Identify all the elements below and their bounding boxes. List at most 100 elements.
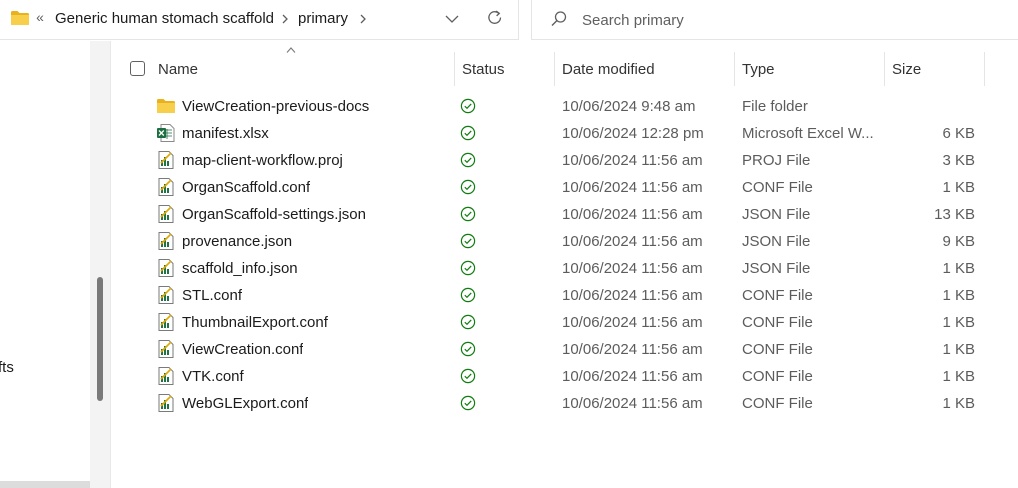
- file-date-modified: 10/06/2024 11:56 am: [562, 395, 703, 412]
- file-row[interactable]: map-client-workflow.proj 10/06/2024 11:5…: [112, 147, 1018, 174]
- file-size: 9 KB: [942, 233, 975, 250]
- file-row[interactable]: provenance.json 10/06/2024 11:56 am JSON…: [112, 228, 1018, 255]
- file-name[interactable]: provenance.json: [182, 228, 292, 255]
- synced-status-icon: [460, 395, 476, 411]
- file-date-modified: 10/06/2024 9:48 am: [562, 98, 696, 115]
- column-header-type[interactable]: Type: [742, 52, 882, 86]
- synced-status-icon: [460, 287, 476, 303]
- file-size: 1 KB: [942, 341, 975, 358]
- column-header-size[interactable]: Size: [892, 52, 982, 86]
- file-row[interactable]: STL.conf 10/06/2024 11:56 am CONF File 1…: [112, 282, 1018, 309]
- column-date-label: Date modified: [562, 60, 655, 78]
- file-type: CONF File: [742, 341, 813, 358]
- file-type: Microsoft Excel W...: [742, 125, 874, 142]
- column-header-name[interactable]: Name: [158, 52, 452, 86]
- file-name[interactable]: manifest.xlsx: [182, 120, 269, 147]
- file-list: ViewCreation-previous-docs 10/06/2024 9:…: [112, 93, 1018, 417]
- nav-scrollbar-track[interactable]: [90, 41, 111, 488]
- synced-status-icon: [460, 179, 476, 195]
- file-date-modified: 10/06/2024 11:56 am: [562, 341, 703, 358]
- file-type: JSON File: [742, 233, 811, 250]
- file-name[interactable]: OrganScaffold-settings.json: [182, 201, 366, 228]
- file-name[interactable]: OrganScaffold.conf: [182, 174, 310, 201]
- synced-status-icon: [460, 341, 476, 357]
- text-file-icon: [158, 205, 174, 223]
- file-size: 1 KB: [942, 314, 975, 331]
- column-divider[interactable]: [554, 52, 555, 86]
- file-date-modified: 10/06/2024 11:56 am: [562, 260, 703, 277]
- column-header-status[interactable]: Status: [462, 52, 552, 86]
- nav-item-label[interactable]: fts: [0, 359, 14, 376]
- file-name[interactable]: VTK.conf: [182, 363, 244, 390]
- nav-scrollbar-thumb[interactable]: [97, 277, 103, 401]
- file-name[interactable]: ThumbnailExport.conf: [182, 309, 328, 336]
- file-size: 1 KB: [942, 368, 975, 385]
- file-type: CONF File: [742, 314, 813, 331]
- column-divider[interactable]: [734, 52, 735, 86]
- file-type: CONF File: [742, 368, 813, 385]
- column-divider[interactable]: [454, 52, 455, 86]
- file-name[interactable]: STL.conf: [182, 282, 242, 309]
- file-type: File folder: [742, 98, 808, 115]
- address-bar[interactable]: « Generic human stomach scaffold primary: [0, 0, 518, 40]
- column-header-date-modified[interactable]: Date modified: [562, 52, 732, 86]
- toolbar-divider: [518, 0, 519, 40]
- file-type: JSON File: [742, 206, 811, 223]
- synced-status-icon: [460, 233, 476, 249]
- file-size: 13 KB: [934, 206, 975, 223]
- file-date-modified: 10/06/2024 11:56 am: [562, 152, 703, 169]
- file-name[interactable]: scaffold_info.json: [182, 255, 298, 282]
- file-size: 3 KB: [942, 152, 975, 169]
- file-date-modified: 10/06/2024 11:56 am: [562, 179, 703, 196]
- file-size: 1 KB: [942, 260, 975, 277]
- file-size: 6 KB: [942, 125, 975, 142]
- file-name[interactable]: map-client-workflow.proj: [182, 147, 343, 174]
- text-file-icon: [158, 394, 174, 412]
- search-input[interactable]: [582, 8, 1002, 32]
- synced-status-icon: [460, 152, 476, 168]
- synced-status-icon: [460, 368, 476, 384]
- chevron-down-icon[interactable]: [444, 11, 460, 27]
- column-header: Name Status Date modified Type Size: [112, 47, 1018, 86]
- file-date-modified: 10/06/2024 11:56 am: [562, 206, 703, 223]
- file-row[interactable]: OrganScaffold-settings.json 10/06/2024 1…: [112, 201, 1018, 228]
- text-file-icon: [158, 286, 174, 304]
- nav-horizontal-scrollbar[interactable]: [0, 481, 90, 488]
- file-row[interactable]: OrganScaffold.conf 10/06/2024 11:56 am C…: [112, 174, 1018, 201]
- text-file-icon: [158, 340, 174, 358]
- file-row[interactable]: ThumbnailExport.conf 10/06/2024 11:56 am…: [112, 309, 1018, 336]
- chevron-right-icon[interactable]: [357, 12, 369, 26]
- file-name[interactable]: ViewCreation-previous-docs: [182, 93, 369, 120]
- text-file-icon: [158, 178, 174, 196]
- file-row[interactable]: ViewCreation.conf 10/06/2024 11:56 am CO…: [112, 336, 1018, 363]
- file-row[interactable]: ViewCreation-previous-docs 10/06/2024 9:…: [112, 93, 1018, 120]
- synced-status-icon: [460, 206, 476, 222]
- text-file-icon: [158, 232, 174, 250]
- select-all-checkbox[interactable]: [130, 61, 145, 76]
- column-divider[interactable]: [884, 52, 885, 86]
- folder-icon: [11, 11, 29, 25]
- navigation-pane[interactable]: fts: [0, 41, 90, 488]
- file-type: CONF File: [742, 287, 813, 304]
- file-type: CONF File: [742, 395, 813, 412]
- file-name[interactable]: WebGLExport.conf: [182, 390, 308, 417]
- breadcrumb-item-current[interactable]: primary: [298, 10, 348, 27]
- text-file-icon: [158, 151, 174, 169]
- file-row[interactable]: VTK.conf 10/06/2024 11:56 am CONF File 1…: [112, 363, 1018, 390]
- file-row[interactable]: scaffold_info.json 10/06/2024 11:56 am J…: [112, 255, 1018, 282]
- file-date-modified: 10/06/2024 12:28 pm: [562, 125, 704, 142]
- chevron-right-icon[interactable]: [279, 12, 291, 26]
- search-box[interactable]: [531, 0, 1018, 40]
- breadcrumb-overflow-button[interactable]: «: [34, 9, 46, 25]
- file-date-modified: 10/06/2024 11:56 am: [562, 287, 703, 304]
- column-divider[interactable]: [984, 52, 985, 86]
- file-date-modified: 10/06/2024 11:56 am: [562, 233, 703, 250]
- file-date-modified: 10/06/2024 11:56 am: [562, 368, 703, 385]
- synced-status-icon: [460, 260, 476, 276]
- refresh-icon[interactable]: [486, 9, 504, 27]
- breadcrumb-item-parent[interactable]: Generic human stomach scaffold: [55, 10, 274, 27]
- file-row[interactable]: manifest.xlsx 10/06/2024 12:28 pm Micros…: [112, 120, 1018, 147]
- file-row[interactable]: WebGLExport.conf 10/06/2024 11:56 am CON…: [112, 390, 1018, 417]
- file-name[interactable]: ViewCreation.conf: [182, 336, 303, 363]
- text-file-icon: [158, 259, 174, 277]
